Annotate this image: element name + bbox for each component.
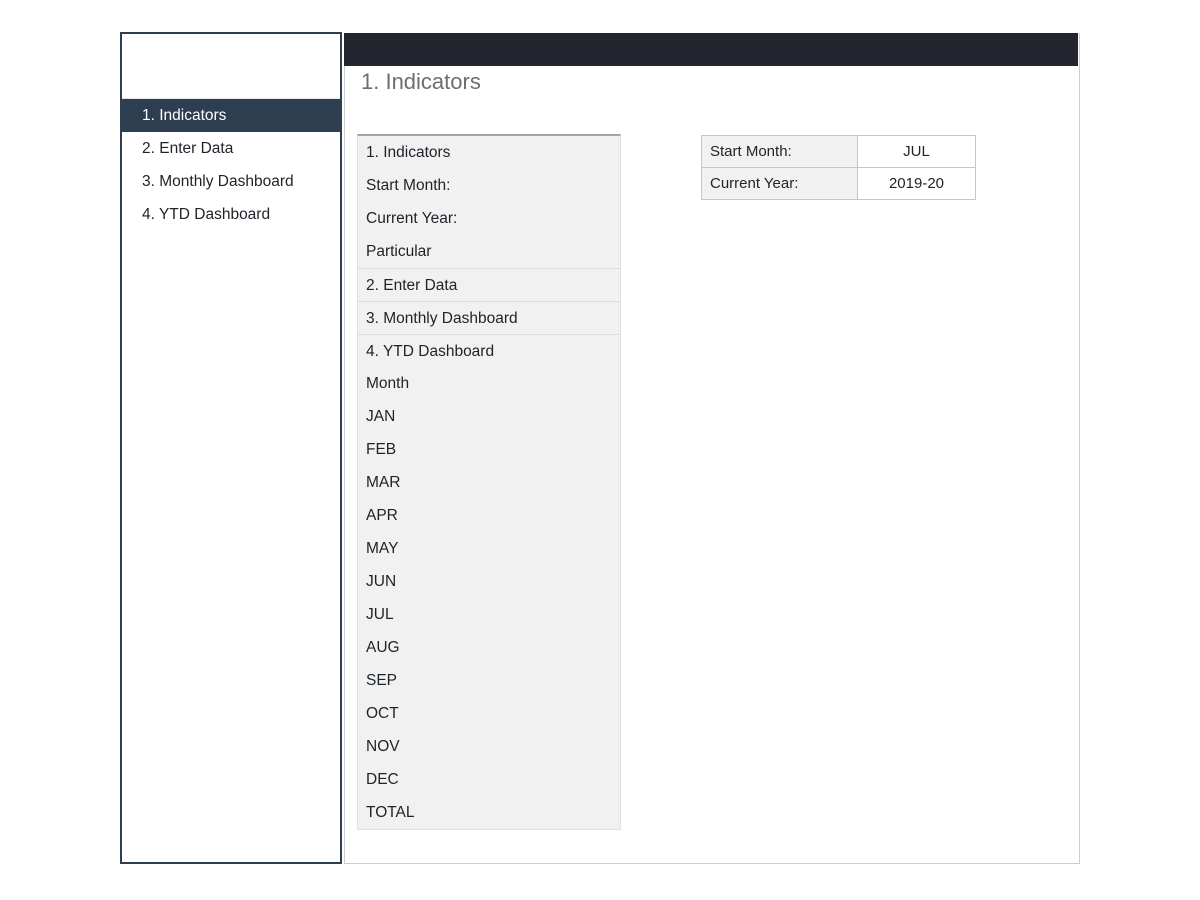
- sidebar-item-2[interactable]: 2. Enter Data: [122, 132, 340, 165]
- label-list-panel: 1. Indicators Start Month: Current Year: Pa…: [357, 134, 621, 830]
- list-item: TOTAL: [366, 804, 415, 821]
- list-item: AUG: [366, 639, 400, 656]
- list-item: MAR: [366, 474, 401, 491]
- list-item: MAY: [366, 540, 399, 557]
- top-bar: [344, 33, 1078, 66]
- list-item: SEP: [366, 672, 398, 689]
- sidebar-nav: 1. Indicators 2. Enter Data 3. Monthly Das…: [122, 99, 340, 231]
- app-root: 1. Indicators 1. Indicators Start Month: C…: [0, 0, 1200, 900]
- list-item: Particular: [366, 243, 432, 260]
- list-item: DEC: [366, 771, 399, 788]
- table-row: Current Year: 2019-20: [701, 167, 976, 200]
- sidebar-item-1[interactable]: 1. Indicators: [122, 99, 340, 132]
- list-item: NOV: [366, 738, 400, 755]
- sidebar-item-4[interactable]: 4. YTD Dashboard: [122, 198, 340, 231]
- page-title: 1. Indicators: [361, 69, 481, 94]
- content-panel: 1. Indicators 1. Indicators Start Month: C…: [344, 33, 1080, 864]
- list-item: OCT: [366, 705, 399, 722]
- list-item: APR: [366, 507, 398, 524]
- sidebar-item-3[interactable]: 3. Monthly Dashboard: [122, 165, 340, 198]
- sidebar-logo: [122, 34, 340, 99]
- settings-row-label: Start Month:: [701, 135, 858, 168]
- sidebar: 1. Indicators 2. Enter Data 3. Monthly Das…: [120, 32, 342, 864]
- settings-row-value[interactable]: JUL: [857, 135, 976, 168]
- settings-row-value[interactable]: 2019-20: [857, 167, 976, 200]
- list-item: FEB: [366, 441, 397, 458]
- settings-row-label: Current Year:: [701, 167, 858, 200]
- list-item: JUN: [366, 573, 397, 590]
- list-item: 4. YTD Dashboard: [358, 334, 620, 367]
- list-item: Month: [366, 375, 410, 392]
- list-item: 1. Indicators: [366, 144, 451, 161]
- table-row: Start Month: JUL: [701, 135, 976, 168]
- list-item: JUL: [366, 606, 394, 623]
- list-item: 3. Monthly Dashboard: [358, 301, 620, 334]
- list-item: JAN: [366, 408, 396, 425]
- list-item: 2. Enter Data: [358, 268, 620, 301]
- list-item: Start Month:: [366, 177, 451, 194]
- settings-table: Start Month: JUL Current Year: 2019-20: [701, 135, 976, 200]
- list-item: Current Year:: [366, 210, 458, 227]
